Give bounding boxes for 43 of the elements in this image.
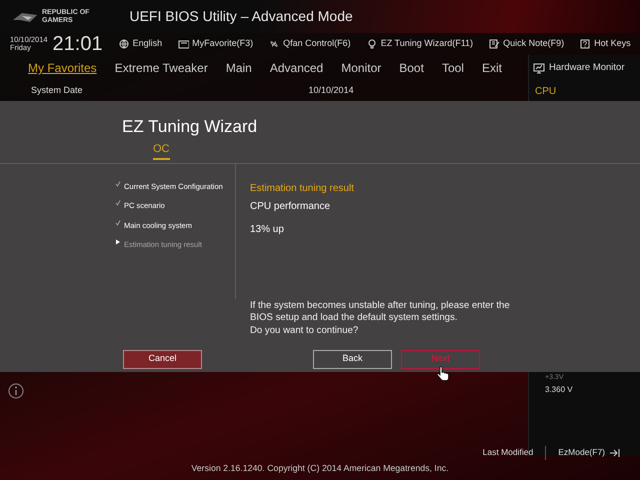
- menu-tab[interactable]: Monitor: [341, 59, 382, 77]
- monitor-icon: [533, 62, 545, 74]
- menu-tab[interactable]: Boot: [399, 59, 424, 77]
- help-link[interactable]: Hot Keys: [580, 37, 631, 51]
- menu-tab[interactable]: Exit: [482, 59, 502, 77]
- cancel-button[interactable]: Cancel: [123, 350, 202, 369]
- favorite-link[interactable]: MyFavorite(F3): [178, 37, 254, 51]
- window-title: UEFI BIOS Utility – Advanced Mode: [129, 7, 353, 26]
- fan-icon: [269, 39, 280, 49]
- menu-tab[interactable]: Advanced: [270, 59, 324, 77]
- hand-cursor-icon: [436, 366, 450, 381]
- reading-value: 3.360 V: [545, 384, 574, 396]
- bulb-link[interactable]: EZ Tuning Wizard(F11): [366, 37, 474, 51]
- warning-message: If the system becomes unstable after tuning, please enter the BIOS setup and load the default system settings. Do you want to continue?: [250, 300, 510, 338]
- note-icon: [489, 39, 500, 49]
- result-text: CPU performance: [250, 200, 332, 214]
- wizard-title: EZ Tuning Wizard: [122, 117, 258, 136]
- exit-arrow-icon: [609, 448, 620, 458]
- help-icon: [580, 39, 592, 49]
- wizard-tab[interactable]: OC: [153, 141, 170, 160]
- globe-link[interactable]: English: [118, 37, 162, 51]
- fan-link[interactable]: Qfan Control(F6): [269, 37, 351, 51]
- setting-label: System Date: [31, 84, 83, 98]
- result-heading: Estimation tuning result: [250, 182, 355, 196]
- setting-value: 10/10/2014: [308, 84, 354, 98]
- menu-tab[interactable]: Extreme Tweaker: [114, 59, 208, 77]
- hardware-monitor-title: Hardware Monitor: [549, 60, 624, 75]
- last-modified-link[interactable]: Last Modified: [482, 446, 534, 459]
- globe-icon: [118, 39, 130, 49]
- eye-logo-icon: [12, 10, 38, 22]
- note-link[interactable]: Quick Note(F9): [489, 37, 564, 51]
- folder-icon: [178, 39, 190, 49]
- ez-mode-link[interactable]: EzMode(F7): [558, 446, 620, 459]
- result-text: 13% up: [250, 222, 285, 236]
- back-button[interactable]: Back: [313, 350, 392, 369]
- lightbulb-icon: [366, 39, 378, 49]
- clock-time: 21:01: [52, 33, 103, 55]
- info-icon: [8, 382, 24, 399]
- menu-tab[interactable]: My Favorites: [28, 59, 97, 77]
- version-text: Version 2.16.1240. Copyright (C) 2014 American Megatrends, Inc.: [190, 462, 450, 475]
- section-label: CPU: [534, 84, 556, 98]
- menu-tab[interactable]: Tool: [442, 59, 464, 77]
- menu-tab[interactable]: Main: [226, 59, 252, 77]
